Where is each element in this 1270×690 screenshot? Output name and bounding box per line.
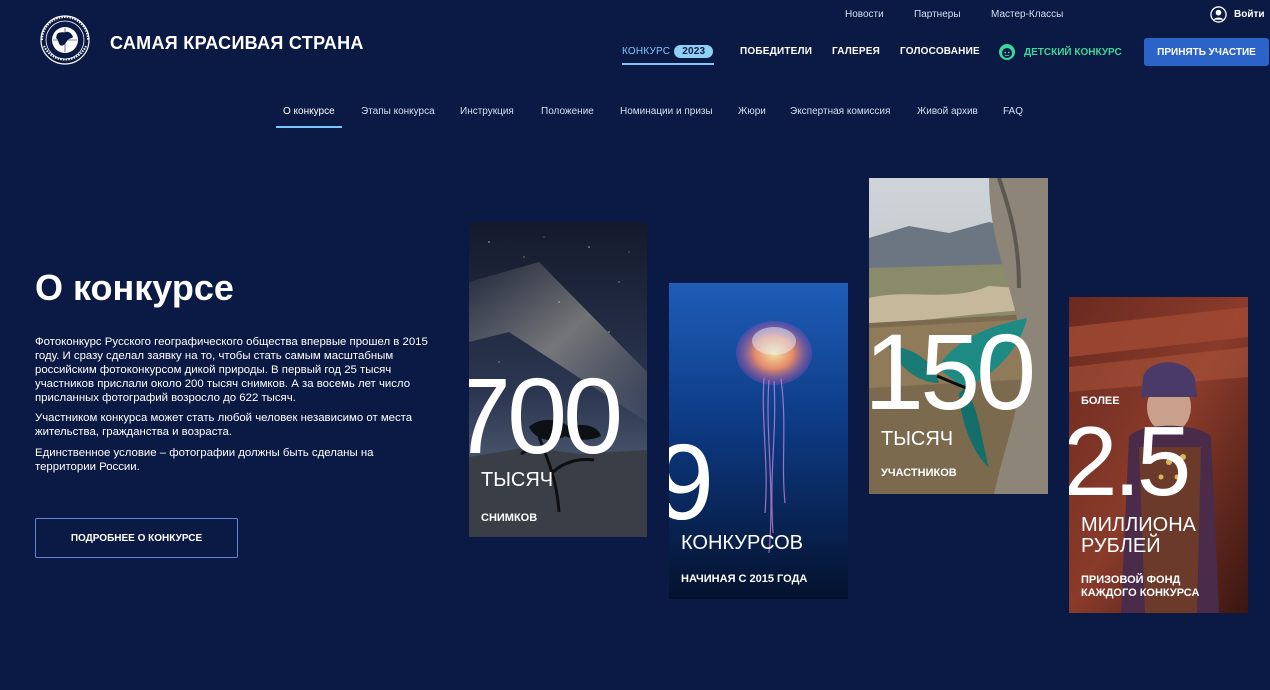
stat-sub-participants: УЧАСТНИКОВ — [881, 467, 957, 479]
stat-number-contests: 9 — [669, 421, 714, 542]
stat-card-contests: 9 КОНКУРСОВ НАЧИНАЯ С 2015 ГОДА — [669, 283, 848, 599]
stat-label-prize-line2: РУБЛЕЙ — [1081, 535, 1161, 557]
stat-card-photos: 700 ТЫСЯЧ СНИМКОВ — [469, 222, 647, 537]
top-link-masterclasses[interactable]: Мастер-Классы — [991, 9, 1063, 20]
nav-kids-contest[interactable]: ДЕТСКИЙ КОНКУРС — [998, 43, 1122, 61]
nav-active-underline — [622, 63, 714, 65]
intro-paragraph: Фотоконкурс Русского географического общ… — [35, 336, 428, 404]
stat-label-participants: ТЫСЯЧ — [881, 428, 954, 450]
stat-card-prize: БОЛЕЕ 2.5 МИЛЛИОНА РУБЛЕЙ ПРИЗОВОЙ ФОНД … — [1069, 297, 1248, 613]
stat-number-participants: 150 — [869, 311, 1036, 432]
login-label: Войти — [1234, 9, 1265, 20]
nav-winners[interactable]: ПОБЕДИТЕЛИ — [740, 46, 812, 57]
subnav-expert-commission[interactable]: Экспертная комиссия — [790, 106, 890, 117]
nav-contest-label: КОНКУРС — [622, 46, 671, 57]
stat-label-prize-line1: МИЛЛИОНА — [1081, 514, 1196, 536]
kids-icon — [999, 44, 1015, 60]
subnav-regulations[interactable]: Положение — [541, 106, 594, 117]
stat-label-contests: КОНКУРСОВ — [681, 532, 804, 554]
subnav-jury[interactable]: Жюри — [738, 106, 766, 117]
stat-number-photos: 700 — [469, 355, 623, 476]
stat-number-prize: 2.5 — [1069, 406, 1191, 516]
nav-voting[interactable]: ГОЛОСОВАНИЕ — [900, 46, 980, 57]
condition-paragraph: Единственное условие – фотографии должны… — [35, 447, 374, 473]
participate-button[interactable]: ПРИНЯТЬ УЧАСТИЕ — [1144, 38, 1269, 66]
stat-label-photos: ТЫСЯЧ — [481, 469, 554, 491]
subnav-live-archive[interactable]: Живой архив — [917, 106, 978, 117]
subnav-faq[interactable]: FAQ — [1003, 106, 1023, 117]
year-badge: 2023 — [674, 45, 714, 58]
subnav-about[interactable]: О конкурсе — [283, 106, 335, 117]
top-utility-bar: Новости Партнеры Мастер-Классы Войти — [0, 0, 1270, 30]
subnav-stages[interactable]: Этапы конкурса — [361, 106, 435, 117]
subnav-active-underline — [276, 126, 342, 128]
nav-contest[interactable]: КОНКУРС 2023 — [622, 45, 714, 58]
stat-sub-photos: СНИМКОВ — [481, 512, 538, 524]
kids-label: ДЕТСКИЙ КОНКУРС — [1024, 46, 1122, 58]
stat-sub-contests: НАЧИНАЯ С 2015 ГОДА — [681, 573, 808, 585]
more-about-button[interactable]: ПОДРОБНЕЕ О КОНКУРСЕ — [35, 518, 238, 558]
stat-card-participants: 150 ТЫСЯЧ УЧАСТНИКОВ — [869, 178, 1048, 494]
stat-sub-prize-line1: ПРИЗОВОЙ ФОНД — [1081, 574, 1181, 586]
stat-sub-prize-line2: КАЖДОГО КОНКУРСА — [1081, 587, 1200, 599]
subnav-nominations[interactable]: Номинации и призы — [620, 106, 713, 117]
top-link-news[interactable]: Новости — [845, 9, 884, 20]
top-link-partners[interactable]: Партнеры — [914, 9, 961, 20]
user-icon — [1210, 6, 1227, 23]
participants-paragraph: Участником конкурса может стать любой че… — [35, 412, 413, 438]
nav-gallery[interactable]: ГАЛЕРЕЯ — [832, 46, 880, 57]
login-button[interactable]: Войти — [1210, 6, 1265, 23]
page-title: О конкурсе — [35, 267, 234, 308]
subnav-instructions[interactable]: Инструкция — [460, 106, 514, 117]
